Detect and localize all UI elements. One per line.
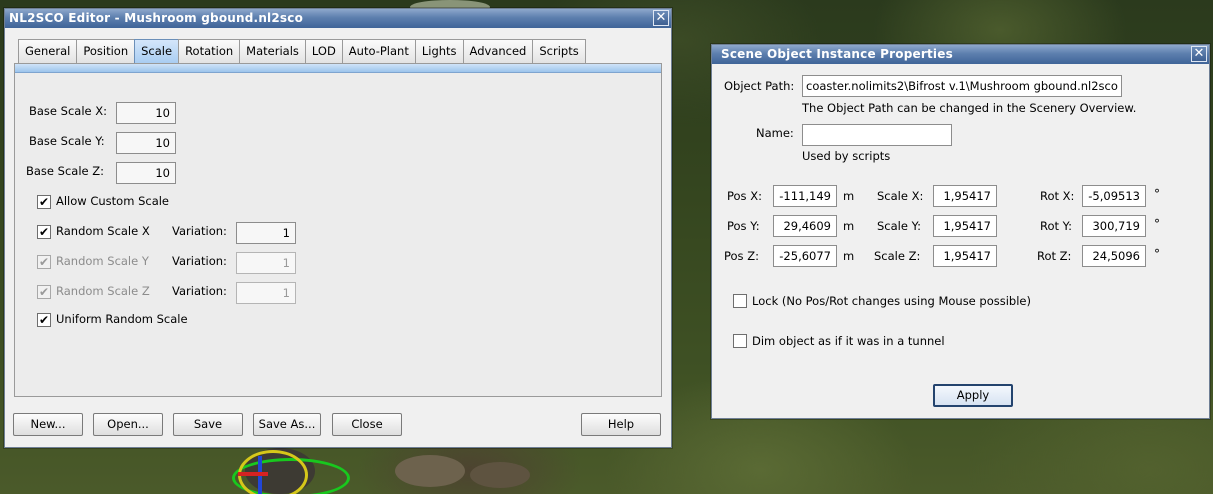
scale-z-input[interactable]: 1,95417 [933,245,997,267]
new-button[interactable]: New... [13,413,83,436]
random-scale-y-label: Random Scale Y [56,254,149,268]
base-scale-z-label: Base Scale Z: [26,164,105,178]
scenery-rock [470,462,530,488]
pos-y-unit: m [843,219,855,233]
name-label: Name: [756,126,794,140]
tab-lights[interactable]: Lights [414,39,464,63]
editor-titlebar[interactable]: NL2SCO Editor - Mushroom gbound.nl2sco ✕ [5,9,671,28]
rot-y-label: Rot Y: [1040,219,1073,233]
variation-z-input: 1 [236,282,296,304]
save-button[interactable]: Save [173,413,243,436]
close-icon[interactable]: ✕ [653,10,669,26]
scale-y-label: Scale Y: [877,219,921,233]
open-button[interactable]: Open... [93,413,163,436]
scale-x-input[interactable]: 1,95417 [933,185,997,207]
rot-x-label: Rot X: [1040,189,1075,203]
rot-z-label: Rot Z: [1037,249,1072,263]
tab-general[interactable]: General [18,39,78,63]
base-scale-x-label: Base Scale X: [29,104,108,118]
scale-tab-panel: Base Scale X: 10 Base Scale Y: 10 Base S… [14,63,662,397]
variation-y-input: 1 [236,252,296,274]
rot-x-unit: ° [1154,187,1160,201]
random-scale-z-checkbox: ✔ [37,285,51,299]
scenery-rock [395,455,465,487]
rot-y-input[interactable]: 300,719 [1082,215,1146,237]
scale-y-input[interactable]: 1,95417 [933,215,997,237]
close-button[interactable]: Close [332,413,402,436]
object-path-label: Object Path: [724,79,795,93]
variation-x-label: Variation: [172,224,227,238]
save-as-button[interactable]: Save As... [253,413,321,436]
tab-rotation[interactable]: Rotation [178,39,241,63]
name-field[interactable] [802,124,952,146]
pos-x-label: Pos X: [727,189,762,203]
tab-scale[interactable]: Scale [134,39,180,63]
random-scale-y-checkbox: ✔ [37,255,51,269]
nl2sco-editor-window: NL2SCO Editor - Mushroom gbound.nl2sco ✕… [4,8,672,448]
tab-scripts[interactable]: Scripts [532,39,586,63]
rot-z-unit: ° [1154,247,1160,261]
dim-tunnel-checkbox[interactable] [733,334,747,348]
scene-object-properties-window: Scene Object Instance Properties ✕ Objec… [711,44,1210,419]
pos-x-input[interactable]: -111,149 [773,185,837,207]
base-scale-y-input[interactable]: 10 [116,132,176,154]
panel-header-bar [15,64,661,73]
rot-x-input[interactable]: -5,09513 [1082,185,1146,207]
pos-y-label: Pos Y: [727,219,760,233]
uniform-random-scale-label: Uniform Random Scale [56,312,188,326]
tab-advanced[interactable]: Advanced [462,39,534,63]
name-hint: Used by scripts [802,149,891,163]
scale-x-label: Scale X: [877,189,924,203]
tab-position[interactable]: Position [76,39,136,63]
lock-checkbox[interactable] [733,294,747,308]
pos-z-label: Pos Z: [724,249,759,263]
base-scale-x-input[interactable]: 10 [116,102,176,124]
object-path-hint: The Object Path can be changed in the Sc… [802,101,1137,115]
gizmo-axis [238,472,268,476]
tab-auto-plant[interactable]: Auto-Plant [341,39,416,63]
variation-y-label: Variation: [172,254,227,268]
rot-z-input[interactable]: 24,5096 [1082,245,1146,267]
tab-materials[interactable]: Materials [239,39,306,63]
allow-custom-scale-label: Allow Custom Scale [56,194,170,208]
object-path-field[interactable]: coaster.nolimits2\Bifrost v.1\Mushroom g… [802,75,1122,97]
props-title: Scene Object Instance Properties [721,47,953,61]
pos-z-input[interactable]: -25,6077 [773,245,837,267]
help-button[interactable]: Help [581,413,661,436]
pos-y-input[interactable]: 29,4609 [773,215,837,237]
base-scale-y-label: Base Scale Y: [29,134,105,148]
editor-title: NL2SCO Editor - Mushroom gbound.nl2sco [9,11,304,25]
random-scale-x-label: Random Scale X [56,224,150,238]
props-titlebar[interactable]: Scene Object Instance Properties ✕ [712,45,1209,64]
random-scale-x-checkbox[interactable]: ✔ [37,225,51,239]
dim-tunnel-label: Dim object as if it was in a tunnel [752,334,945,348]
random-scale-z-label: Random Scale Z [56,284,150,298]
variation-x-input[interactable]: 1 [236,222,296,244]
variation-z-label: Variation: [172,284,227,298]
apply-button[interactable]: Apply [933,384,1013,407]
editor-tabbar: General Position Scale Rotation Material… [18,39,586,63]
pos-x-unit: m [843,189,855,203]
tab-lod[interactable]: LOD [304,39,343,63]
lock-label: Lock (No Pos/Rot changes using Mouse pos… [752,294,1031,308]
close-icon[interactable]: ✕ [1191,46,1207,62]
pos-z-unit: m [843,249,855,263]
allow-custom-scale-checkbox[interactable]: ✔ [37,195,51,209]
base-scale-z-input[interactable]: 10 [116,162,176,184]
scale-z-label: Scale Z: [874,249,921,263]
uniform-random-scale-checkbox[interactable]: ✔ [37,313,51,327]
rot-y-unit: ° [1154,217,1160,231]
